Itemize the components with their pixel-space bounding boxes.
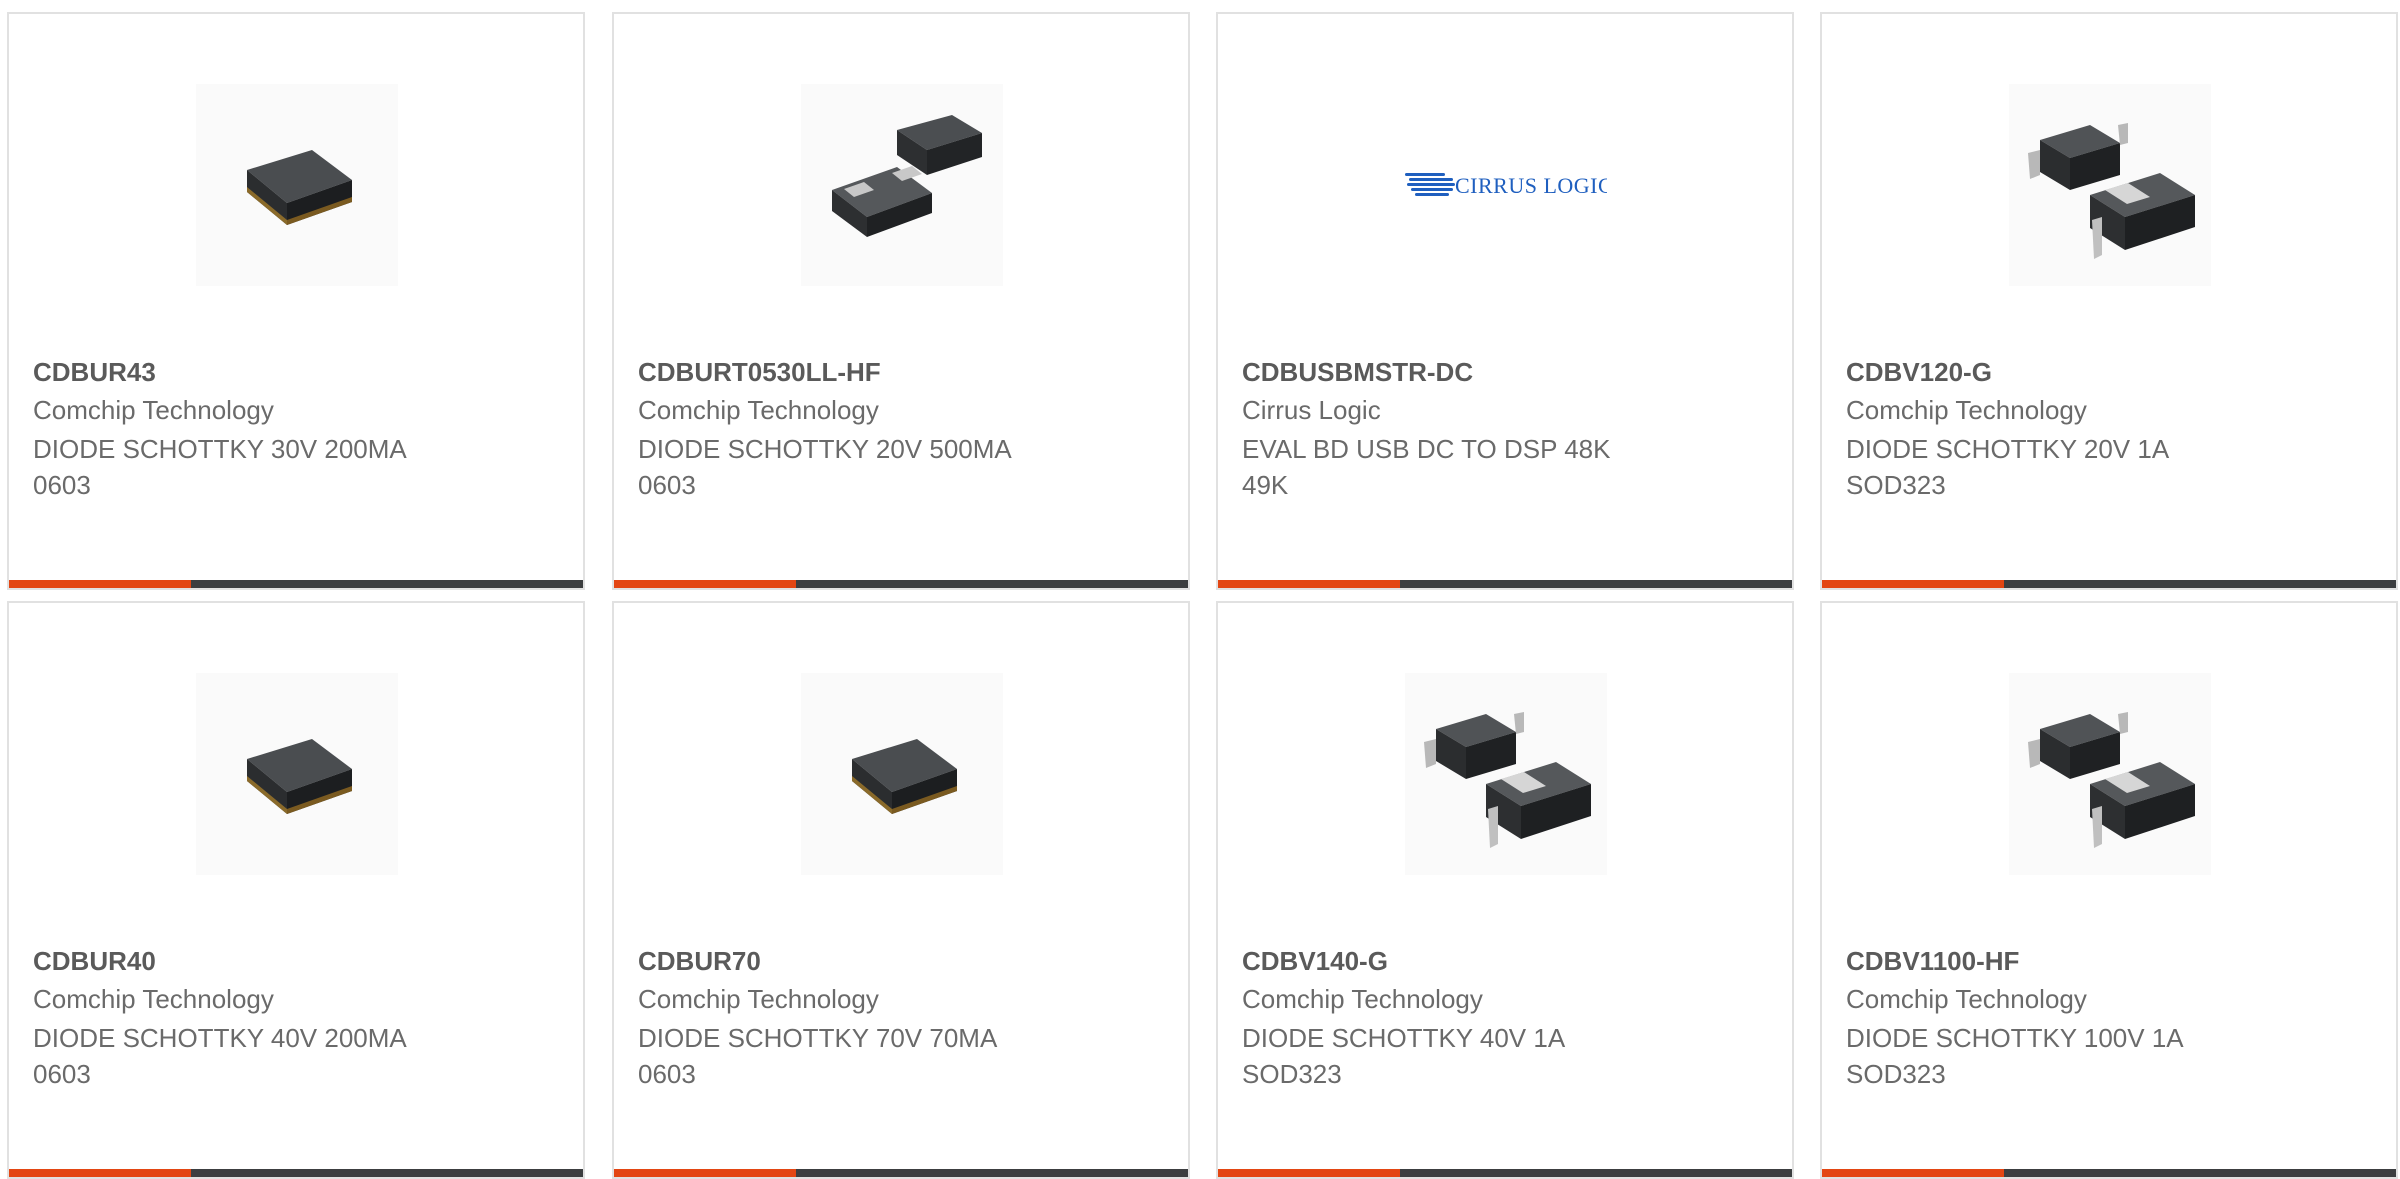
description: DIODE SCHOTTKY 100V 1A SOD323	[1846, 1020, 2316, 1092]
card-bottom-bar	[1822, 580, 2396, 588]
product-image[interactable]	[196, 673, 398, 875]
card-bottom-bar	[1822, 1169, 2396, 1177]
manufacturer: Comchip Technology	[33, 395, 274, 425]
product-image[interactable]	[2009, 84, 2211, 286]
description: DIODE SCHOTTKY 70V 70MA 0603	[638, 1020, 1108, 1092]
part-number[interactable]: CDBURT0530LL-HF	[638, 357, 881, 388]
card-bottom-bar	[1218, 580, 1792, 588]
description: DIODE SCHOTTKY 20V 500MA 0603	[638, 431, 1108, 503]
chip-pair-icon	[832, 115, 982, 237]
description: DIODE SCHOTTKY 20V 1A SOD323	[1846, 431, 2316, 503]
chip-0603-icon	[247, 739, 352, 814]
card-accent-bar	[9, 1169, 191, 1177]
product-card[interactable]: CDBUR70 Comchip Technology DIODE SCHOTTK…	[612, 601, 1190, 1179]
card-accent-bar	[1822, 580, 2004, 588]
product-card[interactable]: CDBV140-G Comchip Technology DIODE SCHOT…	[1216, 601, 1794, 1179]
part-number[interactable]: CDBUR70	[638, 946, 761, 977]
description: EVAL BD USB DC TO DSP 48K 49K	[1242, 431, 1712, 503]
card-bottom-bar	[9, 1169, 583, 1177]
description-line: DIODE SCHOTTKY 100V 1A SOD323	[1846, 1023, 2184, 1089]
chip-0603-icon	[247, 150, 352, 225]
card-bottom-bar	[614, 580, 1188, 588]
manufacturer: Comchip Technology	[33, 984, 274, 1014]
product-image[interactable]	[196, 84, 398, 286]
description-line: DIODE SCHOTTKY 40V 1A SOD323	[1242, 1023, 1566, 1089]
card-bottom-bar	[9, 580, 583, 588]
product-card[interactable]: CDBUR40 Comchip Technology DIODE SCHOTTK…	[7, 601, 585, 1179]
card-accent-bar	[1218, 1169, 1400, 1177]
description-line: DIODE SCHOTTKY 20V 1A SOD323	[1846, 434, 2170, 500]
card-accent-bar	[1822, 1169, 2004, 1177]
cirrus-logic-logo: CIRRUS LOGIC	[1405, 173, 1607, 198]
part-number[interactable]: CDBV140-G	[1242, 946, 1388, 977]
manufacturer: Comchip Technology	[1242, 984, 1483, 1014]
part-number[interactable]: CDBUR43	[33, 357, 156, 388]
product-card[interactable]: CDBUR43 Comchip Technology DIODE SCHOTTK…	[7, 12, 585, 590]
sod323-pair-icon	[2028, 712, 2195, 848]
product-card[interactable]: CIRRUS LOGIC CDBUSBMSTR-DC Cirrus Logic …	[1216, 12, 1794, 590]
sod323-pair-icon	[1424, 712, 1591, 848]
card-accent-bar	[614, 1169, 796, 1177]
product-card[interactable]: CDBV120-G Comchip Technology DIODE SCHOT…	[1820, 12, 2398, 590]
product-card[interactable]: CDBURT0530LL-HF Comchip Technology DIODE…	[612, 12, 1190, 590]
part-number[interactable]: CDBV120-G	[1846, 357, 1992, 388]
card-bottom-bar	[614, 1169, 1188, 1177]
part-number[interactable]: CDBUR40	[33, 946, 156, 977]
product-grid: CDBUR43 Comchip Technology DIODE SCHOTTK…	[0, 0, 2400, 1179]
description-line: EVAL BD USB DC TO DSP 48K 49K	[1242, 434, 1611, 500]
description-line: DIODE SCHOTTKY 30V 200MA 0603	[33, 434, 407, 500]
chip-0603-icon	[852, 739, 957, 814]
sod323-pair-icon	[2028, 123, 2195, 259]
manufacturer: Cirrus Logic	[1242, 395, 1381, 425]
description: DIODE SCHOTTKY 40V 200MA 0603	[33, 1020, 503, 1092]
card-accent-bar	[614, 580, 796, 588]
description-line: DIODE SCHOTTKY 70V 70MA 0603	[638, 1023, 998, 1089]
product-card[interactable]: CDBV1100-HF Comchip Technology DIODE SCH…	[1820, 601, 2398, 1179]
product-image[interactable]	[801, 673, 1003, 875]
part-number[interactable]: CDBUSBMSTR-DC	[1242, 357, 1473, 388]
cirrus-logo-text: CIRRUS LOGIC	[1455, 173, 1607, 198]
description: DIODE SCHOTTKY 40V 1A SOD323	[1242, 1020, 1712, 1092]
part-number[interactable]: CDBV1100-HF	[1846, 946, 2019, 977]
product-image[interactable]	[1405, 673, 1607, 875]
product-image[interactable]	[2009, 673, 2211, 875]
card-accent-bar	[1218, 580, 1400, 588]
card-accent-bar	[9, 580, 191, 588]
manufacturer: Comchip Technology	[1846, 984, 2087, 1014]
description-line: DIODE SCHOTTKY 40V 200MA 0603	[33, 1023, 407, 1089]
card-bottom-bar	[1218, 1169, 1792, 1177]
product-image[interactable]	[801, 84, 1003, 286]
description-line: DIODE SCHOTTKY 20V 500MA 0603	[638, 434, 1012, 500]
description: DIODE SCHOTTKY 30V 200MA 0603	[33, 431, 503, 503]
manufacturer: Comchip Technology	[638, 395, 879, 425]
product-image[interactable]: CIRRUS LOGIC	[1405, 84, 1607, 286]
manufacturer: Comchip Technology	[638, 984, 879, 1014]
manufacturer: Comchip Technology	[1846, 395, 2087, 425]
